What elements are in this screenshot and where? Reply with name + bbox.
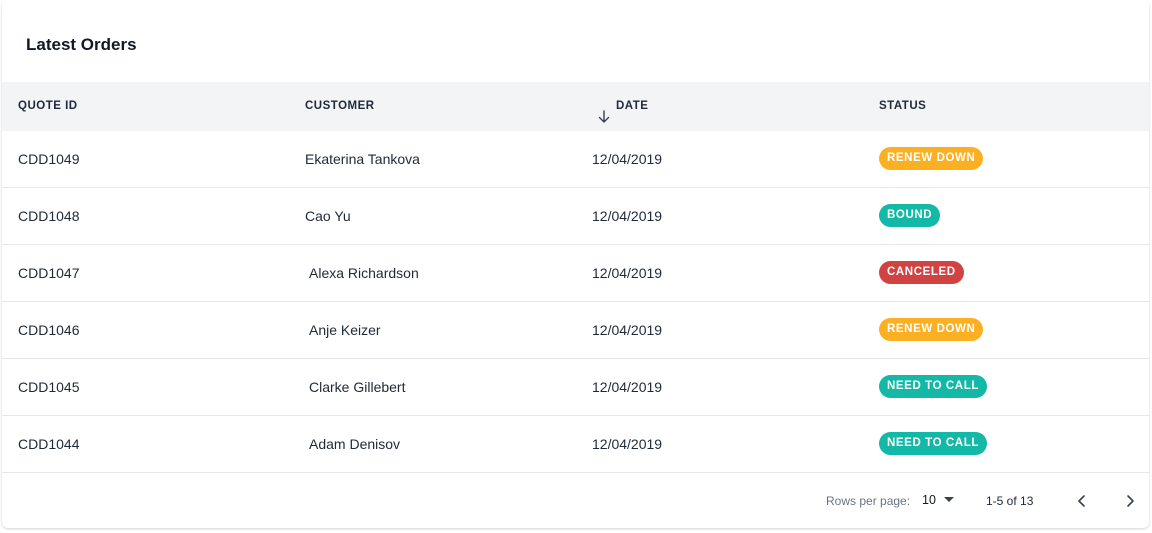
quote-id-cell: CDD1048 — [18, 208, 80, 224]
chevron-right-icon — [1127, 495, 1134, 507]
column-header-date[interactable]: DATE — [598, 82, 648, 131]
table-header: QUOTE ID CUSTOMER DATE STATUS — [2, 82, 1149, 131]
table-body: CDD1049 Ekaterina Tankova 12/04/2019 RENEW … — [2, 131, 1149, 473]
date-cell: 12/04/2019 — [592, 208, 663, 224]
status-cell: CANCELED — [879, 245, 964, 301]
rows-per-page-select[interactable]: 10 — [922, 493, 954, 507]
table-row[interactable]: CDD1047 Alexa Richardson 12/04/2019 CANCELE… — [2, 245, 1149, 302]
quote-id-cell: CDD1044 — [18, 436, 80, 452]
status-cell: RENEW DOWN — [879, 131, 984, 187]
latest-orders-card: Latest Orders QUOTE ID CUSTOMER DATE STA… — [2, 0, 1149, 528]
date-cell: 12/04/2019 — [592, 322, 663, 338]
customer-cell: Alexa Richardson — [309, 265, 419, 281]
status-badge: NEED TO CALL — [879, 375, 987, 399]
table-row[interactable]: CDD1046 Anje Keizer 12/04/2019 RENEW DOWN — [2, 302, 1149, 359]
column-header-quote-id: QUOTE ID — [18, 100, 78, 112]
column-header-customer: CUSTOMER — [305, 100, 375, 112]
customer-cell: Adam Denisov — [309, 436, 401, 452]
arrow-down-icon[interactable] — [598, 97, 610, 124]
status-cell: NEED TO CALL — [879, 416, 987, 472]
rows-per-page-label: Rows per page: — [826, 494, 911, 508]
table-row[interactable]: CDD1044 Adam Denisov 12/04/2019 NEED TO CAL… — [2, 416, 1149, 473]
date-cell: 12/04/2019 — [592, 151, 663, 167]
table-row[interactable]: CDD1048 Cao Yu 12/04/2019 BOUND — [2, 188, 1149, 245]
rows-per-page-value: 10 — [922, 493, 936, 507]
status-badge: BOUND — [879, 204, 941, 228]
quote-id-cell: CDD1047 — [18, 265, 80, 281]
date-cell: 12/04/2019 — [592, 265, 663, 281]
status-cell: NEED TO CALL — [879, 359, 987, 415]
customer-cell: Clarke Gillebert — [309, 379, 406, 395]
status-cell: RENEW DOWN — [879, 302, 984, 358]
customer-cell: Ekaterina Tankova — [305, 151, 420, 167]
table-row[interactable]: CDD1049 Ekaterina Tankova 12/04/2019 RENEW … — [2, 131, 1149, 188]
date-cell: 12/04/2019 — [592, 436, 663, 452]
customer-cell: Cao Yu — [305, 208, 351, 224]
date-cell: 12/04/2019 — [592, 379, 663, 395]
column-header-status: STATUS — [879, 100, 927, 112]
quote-id-cell: CDD1049 — [18, 151, 80, 167]
status-cell: BOUND — [879, 188, 941, 244]
pagination-range: 1-5 of 13 — [986, 494, 1034, 508]
status-badge: NEED TO CALL — [879, 432, 987, 456]
column-header-date-label: DATE — [616, 100, 649, 112]
status-badge: RENEW DOWN — [879, 147, 984, 171]
table-row[interactable]: CDD1045 Clarke Gillebert 12/04/2019 NEED TO… — [2, 359, 1149, 416]
prev-page-button[interactable] — [1072, 491, 1092, 511]
quote-id-cell: CDD1045 — [18, 379, 80, 395]
caret-down-icon — [943, 497, 954, 503]
status-badge: RENEW DOWN — [879, 318, 984, 342]
card-title: Latest Orders — [26, 35, 137, 54]
chevron-left-icon — [1078, 495, 1085, 507]
next-page-button[interactable] — [1120, 491, 1140, 511]
customer-cell: Anje Keizer — [309, 322, 381, 338]
table-pagination: Rows per page: 10 1-5 of 13 — [2, 474, 1149, 528]
status-badge: CANCELED — [879, 261, 964, 285]
quote-id-cell: CDD1046 — [18, 322, 80, 338]
